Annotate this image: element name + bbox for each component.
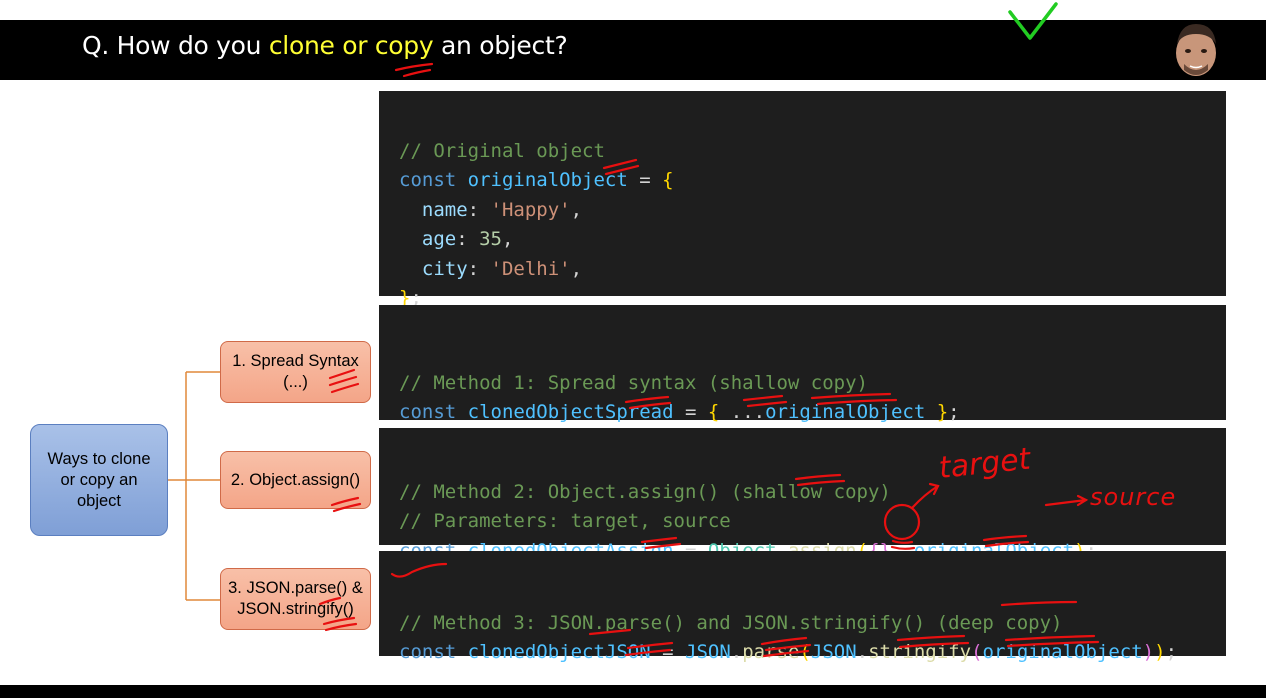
diagram-root-node: Ways to clone or copy an object — [30, 424, 168, 536]
diagram-node-json: 3. JSON.parse() & JSON.stringify() — [220, 568, 371, 630]
diagram-node-spread: 1. Spread Syntax (...) — [220, 341, 371, 403]
diagram-connectors — [168, 371, 220, 601]
diagram-node-object-assign: 2. Object.assign() — [220, 451, 371, 509]
